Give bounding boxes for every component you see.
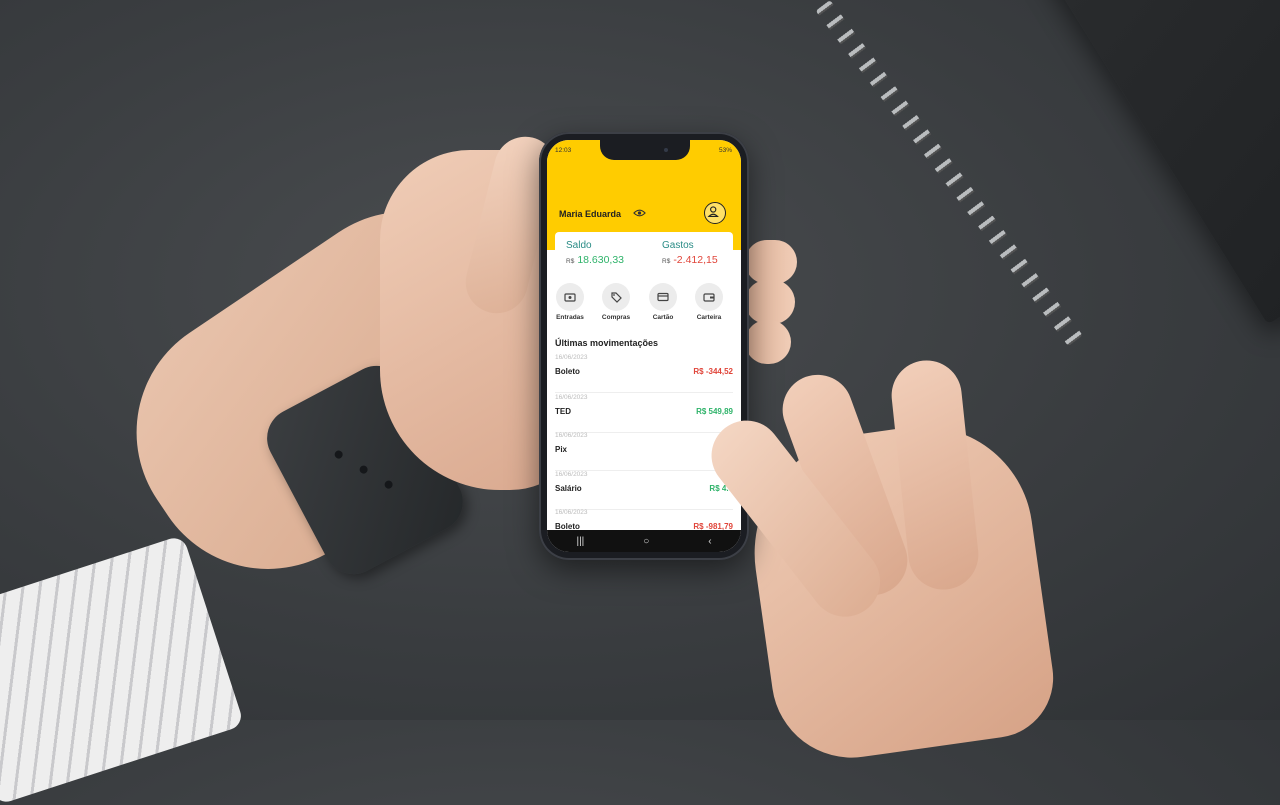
summary-card: Saldo R$ 18.630,33 Gastos R$ -2.412,15	[555, 232, 733, 278]
transaction-date: 16/06/2023	[555, 432, 588, 439]
transaction-date: 16/06/2023	[555, 394, 588, 401]
left-finger	[745, 320, 791, 364]
transaction-row[interactable]: 16/06/2023 Pix	[555, 432, 733, 471]
user-icon	[707, 206, 719, 217]
left-finger	[745, 280, 795, 324]
card-icon	[657, 292, 669, 302]
transaction-date: 16/06/2023	[555, 354, 588, 361]
money-in-icon	[564, 293, 576, 302]
expenses-currency: R$	[662, 258, 671, 265]
action-entradas[interactable]: Entradas	[550, 283, 590, 321]
android-nav-bar: ||| ○ ‹	[547, 530, 741, 552]
transaction-row[interactable]: 16/06/2023 Boleto R$ -344,52	[555, 354, 733, 393]
user-name: Maria Eduarda	[559, 209, 622, 219]
action-label: Compras	[601, 314, 631, 321]
expenses-label: Gastos	[662, 240, 694, 251]
transaction-name: TED	[555, 407, 571, 416]
phone-screen: 12:03 53% Maria Eduarda Saldo R$ 18.630,3…	[547, 140, 741, 552]
status-battery: 53%	[718, 147, 732, 154]
balance-label: Saldo	[566, 240, 592, 251]
notebook-spiral	[815, 0, 1083, 347]
transaction-date: 16/06/2023	[555, 509, 588, 516]
transaction-name: Boleto	[555, 367, 580, 376]
transaction-date: 16/06/2023	[555, 471, 588, 478]
notebook	[1040, 0, 1280, 325]
balance-amount: 18.630,33	[577, 254, 625, 266]
action-cartao[interactable]: Cartão	[643, 283, 683, 321]
action-label: Cartão	[652, 314, 674, 321]
shirt-sleeve	[0, 534, 245, 805]
transaction-row[interactable]: 16/06/2023 Salário R$ 4.0	[555, 471, 733, 510]
eye-icon[interactable]	[633, 208, 646, 218]
profile-avatar-button[interactable]	[704, 202, 726, 224]
home-button[interactable]: ○	[643, 536, 649, 547]
camera-notch	[600, 140, 690, 160]
smartphone: 12:03 53% Maria Eduarda Saldo R$ 18.630,3…	[539, 132, 749, 560]
back-button[interactable]: ‹	[708, 536, 711, 547]
recents-button[interactable]: |||	[576, 536, 584, 547]
quick-actions: Entradas Compras Cartão Carteira	[547, 283, 741, 333]
expenses-value: R$ -2.412,15	[662, 254, 718, 266]
tag-icon	[611, 292, 622, 303]
left-finger	[745, 240, 797, 284]
action-carteira[interactable]: Carteira	[689, 283, 729, 321]
transactions-title: Últimas movimentações	[555, 338, 659, 348]
transaction-name: Pix	[555, 445, 568, 454]
action-label: Carteira	[696, 314, 722, 321]
expenses-amount: -2.412,15	[673, 254, 718, 266]
action-compras[interactable]: Compras	[596, 283, 636, 321]
transaction-name: Salário	[555, 484, 582, 493]
wallet-icon	[703, 293, 715, 302]
transaction-amount: R$ 549,89	[696, 407, 733, 416]
action-label: Entradas	[556, 314, 584, 321]
status-time: 12:03	[555, 147, 572, 154]
transaction-row[interactable]: 16/06/2023 TED R$ 549,89	[555, 394, 733, 433]
balance-value: R$ 18.630,33	[566, 254, 624, 266]
transaction-amount: R$ -344,52	[693, 367, 733, 376]
balance-currency: R$	[566, 258, 575, 265]
